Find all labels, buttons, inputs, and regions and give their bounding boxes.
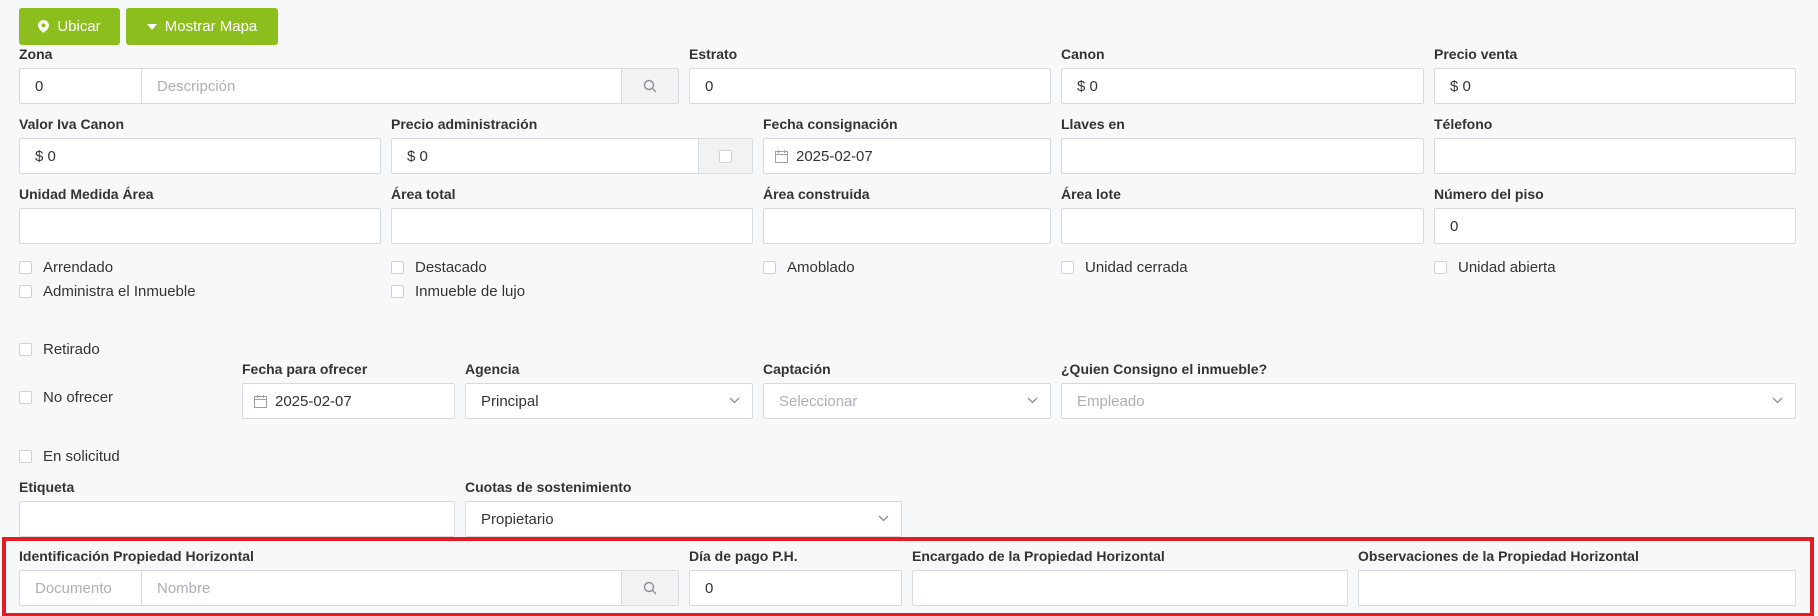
zona-description-input[interactable]: Descripción: [141, 68, 622, 104]
unidad-medida-label: Unidad Medida Área: [19, 186, 154, 202]
ubicar-label: Ubicar: [57, 18, 101, 35]
telefono-label: Télefono: [1434, 116, 1493, 132]
zona-search-button[interactable]: [621, 68, 679, 104]
agencia-label: Agencia: [465, 361, 520, 377]
ubicar-button[interactable]: Ubicar: [19, 8, 120, 45]
quien-consigno-placeholder: Empleado: [1077, 392, 1145, 410]
chevron-down-icon: [878, 515, 889, 522]
ph-search-button[interactable]: [621, 570, 679, 606]
encargado-input[interactable]: [912, 570, 1348, 606]
ph-documento-input[interactable]: Documento: [19, 570, 142, 606]
canon-label: Canon: [1061, 46, 1105, 62]
llaves-input[interactable]: [1061, 138, 1424, 174]
inmueble-lujo-checkbox[interactable]: [391, 285, 404, 298]
no-ofrecer-checkbox[interactable]: [19, 391, 32, 404]
caret-down-icon: [146, 23, 157, 30]
unidad-abierta-label: Unidad abierta: [1458, 259, 1556, 276]
etiqueta-label: Etiqueta: [19, 479, 75, 495]
quien-consigno-select[interactable]: Empleado: [1061, 383, 1796, 419]
area-lote-label: Área lote: [1061, 186, 1121, 202]
chevron-down-icon: [1027, 397, 1038, 404]
unidad-cerrada-label: Unidad cerrada: [1085, 259, 1188, 276]
agencia-value: Principal: [481, 392, 539, 410]
arrendado-checkbox[interactable]: [19, 261, 32, 274]
retirado-label: Retirado: [43, 341, 100, 358]
area-construida-input[interactable]: [763, 208, 1051, 244]
cuotas-value: Propietario: [481, 510, 554, 528]
etiqueta-input[interactable]: [19, 501, 455, 537]
fecha-consignacion-input[interactable]: 2025-02-07: [763, 138, 1051, 174]
chevron-down-icon: [1772, 397, 1783, 404]
fecha-consignacion-value: 2025-02-07: [796, 147, 873, 165]
area-construida-label: Área construida: [763, 186, 870, 202]
amoblado-checkbox[interactable]: [763, 261, 776, 274]
mostrar-mapa-button[interactable]: Mostrar Mapa: [126, 8, 278, 45]
ph-nombre-input[interactable]: Nombre: [141, 570, 622, 606]
observaciones-input[interactable]: [1358, 570, 1796, 606]
agencia-select[interactable]: Principal: [465, 383, 753, 419]
cuotas-label: Cuotas de sostenimiento: [465, 479, 632, 495]
precio-admin-input[interactable]: $ 0: [391, 138, 699, 174]
area-total-input[interactable]: [391, 208, 753, 244]
precio-admin-checkbox[interactable]: [719, 149, 732, 163]
amoblado-label: Amoblado: [787, 259, 855, 276]
arrendado-label: Arrendado: [43, 259, 114, 276]
dia-pago-input[interactable]: 0: [689, 570, 902, 606]
search-icon: [643, 79, 657, 93]
search-icon: [643, 581, 657, 595]
zona-code-input[interactable]: 0: [19, 68, 142, 104]
captacion-placeholder: Seleccionar: [779, 392, 858, 410]
estrato-input[interactable]: 0: [689, 68, 1051, 104]
retirado-checkbox[interactable]: [19, 343, 32, 356]
valor-iva-input[interactable]: $ 0: [19, 138, 381, 174]
estrato-label: Estrato: [689, 46, 738, 62]
llaves-label: Llaves en: [1061, 116, 1125, 132]
destacado-label: Destacado: [415, 259, 487, 276]
canon-input[interactable]: $ 0: [1061, 68, 1424, 104]
mostrar-mapa-label: Mostrar Mapa: [164, 18, 258, 35]
precio-admin-label: Precio administración: [391, 116, 538, 132]
administra-label: Administra el Inmueble: [43, 283, 196, 300]
calendar-icon: [254, 394, 267, 408]
precio-admin-addon: [698, 138, 753, 174]
zona-label: Zona: [19, 46, 53, 62]
ident-ph-label: Identificación Propiedad Horizontal: [19, 548, 254, 564]
dia-pago-label: Día de pago P.H.: [689, 548, 798, 564]
encargado-label: Encargado de la Propiedad Horizontal: [912, 548, 1165, 564]
quien-consigno-label: ¿Quien Consigno el inmueble?: [1061, 361, 1268, 377]
fecha-consignacion-label: Fecha consignación: [763, 116, 898, 132]
precio-venta-label: Precio venta: [1434, 46, 1518, 62]
calendar-icon: [775, 149, 788, 163]
area-total-label: Área total: [391, 186, 456, 202]
en-solicitud-checkbox[interactable]: [19, 450, 32, 463]
precio-venta-input[interactable]: $ 0: [1434, 68, 1796, 104]
numero-piso-label: Número del piso: [1434, 186, 1544, 202]
fecha-ofrecer-label: Fecha para ofrecer: [242, 361, 368, 377]
captacion-select[interactable]: Seleccionar: [763, 383, 1051, 419]
fecha-ofrecer-input[interactable]: 2025-02-07: [242, 383, 455, 419]
destacado-checkbox[interactable]: [391, 261, 404, 274]
unidad-medida-input[interactable]: [19, 208, 381, 244]
area-lote-input[interactable]: [1061, 208, 1424, 244]
numero-piso-input[interactable]: 0: [1434, 208, 1796, 244]
captacion-label: Captación: [763, 361, 831, 377]
en-solicitud-label: En solicitud: [43, 448, 120, 465]
no-ofrecer-label: No ofrecer: [43, 389, 114, 406]
fecha-ofrecer-value: 2025-02-07: [275, 392, 352, 410]
telefono-input[interactable]: [1434, 138, 1796, 174]
cuotas-select[interactable]: Propietario: [465, 501, 902, 537]
unidad-abierta-checkbox[interactable]: [1434, 261, 1447, 274]
map-pin-icon: [38, 20, 50, 33]
observaciones-label: Observaciones de la Propiedad Horizontal: [1358, 548, 1639, 564]
unidad-cerrada-checkbox[interactable]: [1061, 261, 1074, 274]
inmueble-lujo-label: Inmueble de lujo: [415, 283, 526, 300]
chevron-down-icon: [729, 397, 740, 404]
valor-iva-label: Valor Iva Canon: [19, 116, 125, 132]
administra-checkbox[interactable]: [19, 285, 32, 298]
